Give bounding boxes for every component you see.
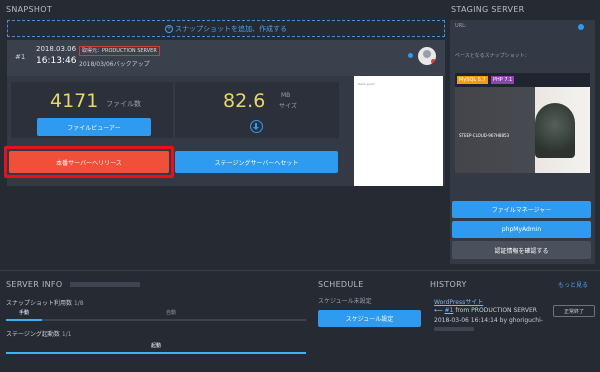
file-manager-button[interactable]: ファイルマネージャー xyxy=(452,201,591,218)
schedule-set-button[interactable]: スケジュール設定 xyxy=(318,310,421,327)
size-unit: MB xyxy=(281,92,291,99)
snapshot-card: #1 2018.03.06 16:13:46 取得元：PRODUCTION SE… xyxy=(4,40,445,186)
staging-count-label: ステージング起動数 1/1 xyxy=(6,329,71,338)
snapshot-date: 2018.03.06 xyxy=(36,45,77,53)
snapshot-usage-text: スナップショット利用数 xyxy=(6,300,73,307)
divider xyxy=(0,270,600,271)
staging-thumbnail: MySQL 5.7 PHP 7.1 STEEP-CLOUD-967H8853 xyxy=(455,73,590,173)
snapshot-usage-label: スナップショット利用数 1/8 xyxy=(6,298,84,307)
history-item-ref[interactable]: #1 xyxy=(445,307,454,314)
staging-count-value: 1/1 xyxy=(61,331,72,338)
history-item-time: 2018-03-06 16:14:14 xyxy=(434,317,498,324)
staging-panel: URL: ベースとなるスナップショット： MySQL 5.7 PHP 7.1 S… xyxy=(450,20,595,264)
server-name xyxy=(70,282,140,287)
avatar xyxy=(418,47,436,65)
size-panel: 82.6 MB サイズ xyxy=(175,82,339,138)
add-snapshot-label: スナップショットを追加、作成する xyxy=(175,24,287,33)
info-icon[interactable] xyxy=(578,24,584,30)
history-item-user: ghoriguchi- xyxy=(508,317,543,324)
phpmyadmin-button[interactable]: phpMyAdmin xyxy=(452,221,591,238)
site-preview: Hello world xyxy=(354,76,443,186)
history-status-badge: 正常終了 xyxy=(553,305,595,317)
preview-text: Hello world xyxy=(358,82,375,86)
plus-icon: + xyxy=(165,24,173,33)
staging-fill xyxy=(6,352,306,354)
more-link[interactable]: もっと見る xyxy=(558,280,588,289)
file-count-unit: ファイル数 xyxy=(106,100,141,108)
manual-label: 手動 xyxy=(18,310,29,316)
mysql-badge: MySQL 5.7 xyxy=(457,76,488,84)
source-badge: 取得元：PRODUCTION SERVER xyxy=(79,46,160,56)
server-info-title: SERVER INFO xyxy=(6,280,63,289)
history-item-line: ⟵ #1 from PRODUCTION SERVER xyxy=(434,307,537,314)
usage-fill xyxy=(6,319,42,321)
add-snapshot-button[interactable]: + スナップショットを追加、作成する xyxy=(7,20,445,37)
history-item-title[interactable]: WordPressサイト xyxy=(434,297,483,306)
php-badge: PHP 7.1 xyxy=(491,76,515,84)
staging-usage-bar: 起動 xyxy=(6,341,306,354)
history-item-by: by xyxy=(499,317,508,324)
history-item-from: from PRODUCTION SERVER xyxy=(455,307,537,314)
arrow-left-icon: ⟵ xyxy=(434,307,443,314)
history-item-meta: 2018-03-06 16:14:14 by ghoriguchi- xyxy=(434,317,543,324)
access-info-button[interactable]: 認証情報を確認する xyxy=(452,241,591,259)
url-value[interactable] xyxy=(470,23,570,28)
schedule-none: スケジュール未設定 xyxy=(318,298,372,305)
url-label: URL: xyxy=(455,23,467,29)
size-value: 82.6 xyxy=(223,90,266,112)
staging-count-text: ステージング起動数 xyxy=(6,331,60,338)
snapshot-index: #1 xyxy=(15,53,26,61)
snapshot-section-title: SNAPSHOT xyxy=(6,5,53,14)
auto-label: 自動 xyxy=(166,310,177,316)
download-icon[interactable] xyxy=(250,120,263,133)
staging-reset-button[interactable]: ステージングサーバーへセット xyxy=(175,151,338,173)
base-snapshot-label: ベースとなるスナップショット： xyxy=(455,53,530,59)
file-viewer-button[interactable]: ファイルビューアー xyxy=(37,118,151,136)
running-label: 起動 xyxy=(150,343,161,349)
history-item-extra xyxy=(434,327,474,331)
snapshot-usage-bar: 手動 自動 xyxy=(6,309,306,321)
schedule-title: SCHEDULE xyxy=(318,280,364,289)
size-label: サイズ xyxy=(279,103,297,110)
file-count-panel: 4171 ファイル数 ファイルビューアー xyxy=(11,82,173,138)
thumb-caption: STEEP-CLOUD-967H8853 xyxy=(459,133,510,138)
history-title: HISTORY xyxy=(430,280,467,289)
staging-section-title: STAGING SERVER xyxy=(451,5,525,14)
file-count-value: 4171 xyxy=(50,90,99,112)
release-button[interactable]: 本番サーバーへリリース xyxy=(9,151,169,173)
snapshot-time: 16:13:46 xyxy=(36,56,77,66)
settings-icon[interactable] xyxy=(408,53,413,58)
snapshot-usage-count: 1/8 xyxy=(73,300,84,307)
backup-label: 2018/03/06バックアップ xyxy=(79,61,150,68)
